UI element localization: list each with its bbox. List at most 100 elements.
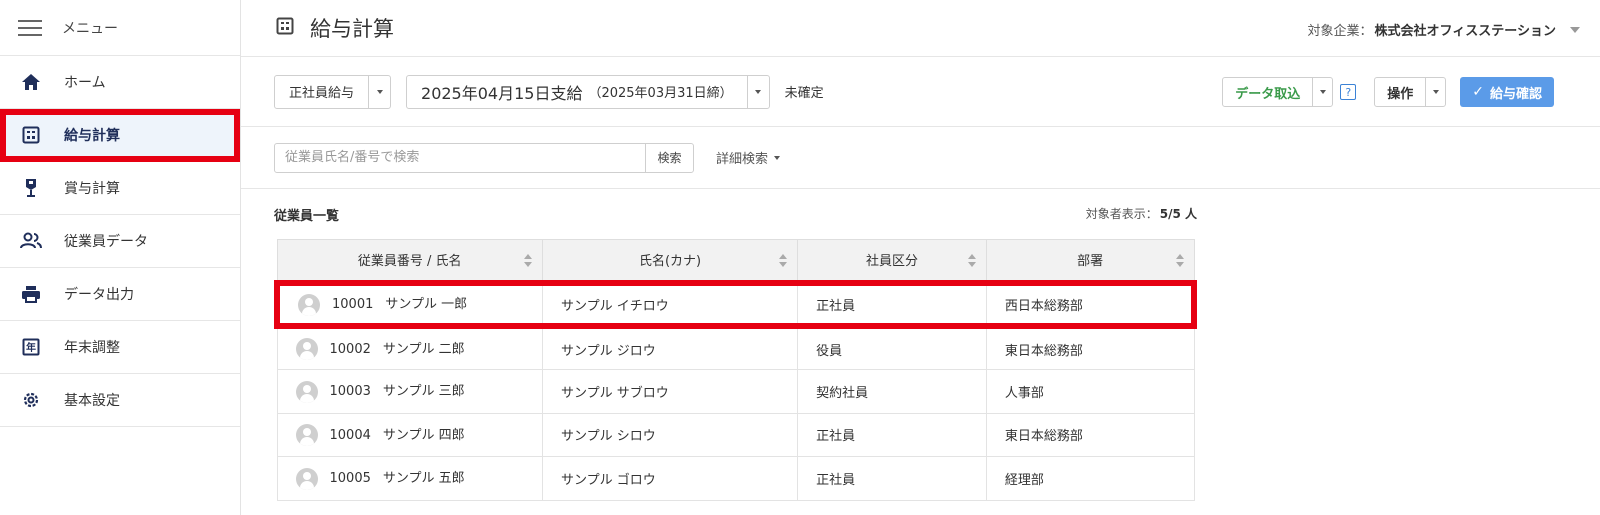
data-import-button-group[interactable]: データ取込 (1222, 77, 1334, 107)
check-icon: ✓ (1472, 84, 1484, 100)
sidebar-item-payroll[interactable]: 給与計算 (0, 109, 240, 162)
employee-type: 役員 (797, 325, 987, 370)
menu-label: メニュー (62, 20, 118, 37)
table-row[interactable]: 10005 サンプル 五郎 サンプル ゴロウ 正社員 経理部 (276, 456, 1195, 501)
employee-dept: 人事部 (985, 369, 1195, 414)
employee-name[interactable]: サンプル 四郎 (383, 428, 465, 443)
chevron-down-icon[interactable] (1570, 26, 1580, 33)
year-calendar-icon: 年 (20, 336, 42, 358)
operation-button-group[interactable]: 操作 (1374, 77, 1447, 107)
people-icon (20, 230, 42, 252)
sidebar-item-home[interactable]: ホーム (0, 56, 240, 109)
employee-table: 従業員番号 / 氏名 氏名(カナ) 社員区分 部署 10001 サンプル 一郎 サ… (273, 239, 1197, 501)
payroll-type-value: 正社員給与 (289, 86, 355, 101)
chevron-down-icon (1432, 90, 1439, 94)
search-row: 検索 詳細検索 (241, 127, 1600, 189)
employee-number: 10002 (329, 341, 371, 357)
calculator-icon (276, 17, 294, 39)
sort-icon[interactable] (523, 254, 532, 267)
sidebar-item-year-end[interactable]: 年 年末調整 (0, 321, 240, 374)
sort-icon[interactable] (1175, 254, 1184, 267)
avatar (295, 338, 318, 361)
calculator-icon (20, 124, 42, 146)
status-badge: 未確定 (784, 86, 824, 101)
payday-select[interactable]: 2025年04月15日支給 （2025年03月31日締） (406, 74, 770, 109)
employee-name[interactable]: サンプル 五郎 (383, 471, 465, 486)
sidebar-item-settings[interactable]: 基本設定 (0, 374, 240, 427)
dropdown-toggle[interactable] (746, 75, 769, 108)
employee-kana: サンプル サブロウ (541, 369, 799, 414)
employee-type: 正社員 (797, 279, 987, 329)
svg-text:年: 年 (26, 341, 36, 354)
advanced-search-link[interactable]: 詳細検索 (716, 148, 781, 167)
avatar (295, 467, 318, 490)
company-selector[interactable]: 対象企業： 株式会社オフィスステーション (1307, 20, 1580, 39)
advanced-search-label: 詳細検索 (716, 152, 769, 167)
sidebar-item-label: ホーム (64, 75, 106, 91)
hamburger-icon[interactable] (18, 19, 42, 36)
avatar (295, 380, 318, 403)
search-input[interactable] (275, 143, 645, 172)
chevron-down-icon (376, 89, 383, 94)
dropdown-toggle[interactable] (1312, 78, 1332, 106)
table-row[interactable]: 10001 サンプル 一郎 サンプル イチロウ 正社員 西日本総務部 (273, 279, 1197, 329)
avatar (295, 424, 318, 446)
sidebar-item-employees[interactable]: 従業員データ (0, 215, 240, 268)
table-row[interactable]: 10002 サンプル 二郎 サンプル ジロウ 役員 東日本総務部 (276, 325, 1195, 370)
employee-name[interactable]: サンプル 三郎 (383, 384, 465, 399)
avatar (298, 293, 320, 316)
page-header: 給与計算 対象企業： 株式会社オフィスステーション (241, 0, 1600, 57)
chevron-down-icon (755, 89, 762, 94)
toolbar: 正社員給与 2025年04月15日支給 （2025年03月31日締） 未確定 デ… (241, 57, 1600, 127)
sidebar-item-bonus[interactable]: 賞与計算 (0, 162, 240, 215)
sidebar-item-data-output[interactable]: データ出力 (0, 268, 240, 321)
search-button[interactable]: 検索 (645, 143, 693, 172)
printer-icon (20, 283, 42, 305)
chevron-down-icon (774, 155, 781, 160)
dropdown-toggle[interactable] (1425, 78, 1445, 106)
gear-icon (20, 389, 42, 411)
table-row[interactable]: 10004 サンプル 四郎 サンプル シロウ 正社員 東日本総務部 (276, 412, 1195, 457)
chevron-down-icon (1319, 90, 1326, 94)
employee-number: 10004 (329, 427, 371, 443)
column-header-employee[interactable]: 従業員番号 / 氏名 (276, 239, 543, 283)
menu-header[interactable]: メニュー (0, 0, 240, 56)
list-header: 従業員一覧 対象者表示： 5/5 人 (274, 205, 1197, 224)
column-header-dept[interactable]: 部署 (985, 239, 1195, 283)
employee-name[interactable]: サンプル 二郎 (383, 342, 465, 357)
sort-icon[interactable] (779, 254, 788, 267)
sidebar-item-label: 給与計算 (64, 128, 120, 144)
company-label: 対象企業： (1307, 24, 1373, 39)
employee-dept: 東日本総務部 (985, 325, 1195, 370)
employee-number: 10001 (332, 297, 374, 312)
data-import-button[interactable]: データ取込 (1223, 78, 1312, 106)
employee-dept: 東日本総務部 (985, 412, 1195, 457)
column-header-kana[interactable]: 氏名(カナ) (541, 239, 799, 283)
employee-number: 10005 (329, 471, 371, 486)
toolbar-actions: データ取込 ? 操作 ✓ 給与確認 (1222, 77, 1554, 107)
employee-name[interactable]: サンプル 一郎 (385, 297, 467, 312)
payroll-confirm-button[interactable]: ✓ 給与確認 (1460, 77, 1554, 107)
table-header-row: 従業員番号 / 氏名 氏名(カナ) 社員区分 部署 (276, 239, 1195, 283)
help-icon[interactable]: ? (1340, 84, 1357, 100)
payday-value: 2025年04月15日支給 （2025年03月31日締） (407, 76, 747, 108)
employee-dept: 西日本総務部 (985, 279, 1197, 329)
home-icon (20, 71, 42, 93)
payday-date: 2025年04月15日支給 (421, 83, 583, 103)
closing-date: （2025年03月31日締） (588, 86, 733, 101)
sidebar: メニュー ホーム 給与計算 賞与計算 従業員データ データ出力 年 年末調整 基… (0, 0, 241, 515)
operation-button[interactable]: 操作 (1375, 78, 1425, 106)
company-name: 株式会社オフィスステーション (1374, 24, 1556, 39)
sort-icon[interactable] (967, 254, 976, 267)
sidebar-item-label: 従業員データ (64, 234, 148, 250)
table-row[interactable]: 10003 サンプル 三郎 サンプル サブロウ 契約社員 人事部 (276, 369, 1195, 414)
employee-type: 正社員 (797, 456, 987, 501)
employee-kana: サンプル ジロウ (541, 325, 799, 370)
sidebar-item-label: 基本設定 (64, 393, 120, 409)
column-header-type[interactable]: 社員区分 (797, 239, 987, 283)
count-label: 対象者表示： (1085, 207, 1158, 221)
confirm-label: 給与確認 (1489, 86, 1542, 102)
employee-number: 10003 (329, 384, 371, 399)
payroll-type-select[interactable]: 正社員給与 (274, 74, 392, 109)
dropdown-toggle[interactable] (368, 75, 390, 108)
